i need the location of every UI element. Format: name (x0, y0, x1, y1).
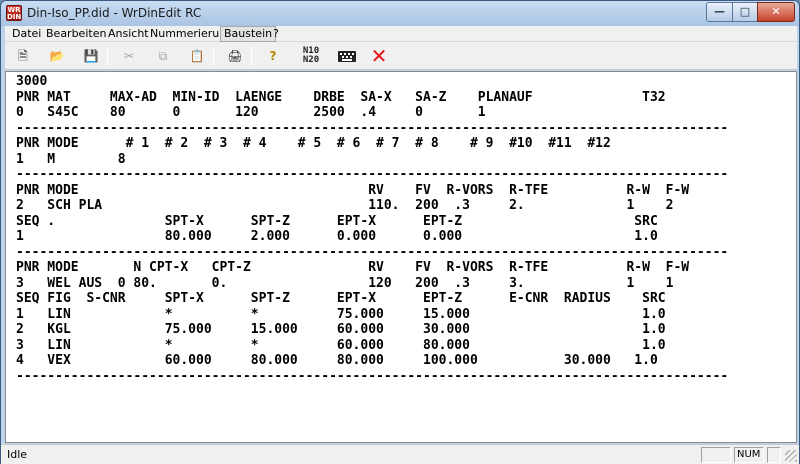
code-line[interactable]: 1 M 8 (16, 152, 728, 168)
editor-text-area[interactable]: 3000 PNR MAT MAX-AD MIN-ID LAENGE DRBE SA… (5, 71, 797, 443)
cut-icon: ✂ (123, 49, 135, 63)
resize-grip[interactable] (785, 450, 797, 462)
code-line[interactable]: 0 S45C 80 0 120 2500 .4 0 1 (16, 105, 728, 121)
delete-button[interactable]: ✕ (368, 45, 390, 67)
status-panel-empty (701, 447, 731, 463)
new-icon: 🗎 (18, 49, 28, 63)
code-line[interactable]: SEQ FIG S-CNR SPT-X SPT-Z EPT-X EPT-Z E-… (16, 291, 728, 307)
status-panel-empty (767, 447, 781, 463)
open-button[interactable]: 📂 (46, 45, 68, 67)
app-icon-text: WR DIN (7, 6, 22, 21)
code-line[interactable]: 1 80.000 2.000 0.000 0.000 1.0 (16, 229, 728, 245)
print-button[interactable]: 🖨 (224, 45, 246, 67)
keyboard-icon (338, 51, 356, 62)
new-button[interactable]: 🗎 (12, 45, 34, 67)
toolbar-separator (107, 47, 108, 65)
paste-button[interactable]: 📋 (186, 45, 208, 67)
keyboard-button[interactable] (334, 45, 356, 67)
save-button[interactable]: 💾 (80, 45, 102, 67)
toolbar: 🗎 📂 💾 ✂ ⧉ 📋 🖨 ? N10 N20 ✕ (5, 42, 797, 70)
minimize-button[interactable]: — (706, 2, 733, 22)
cut-button[interactable]: ✂ (118, 45, 140, 67)
menu-ansicht[interactable]: Ansicht (105, 26, 152, 42)
print-icon: 🖨 (227, 49, 243, 63)
code-line[interactable]: 3 WEL AUS 0 80. 0. 120 200 .3 3. 1 1 (16, 276, 728, 292)
n20-label: N20 (302, 55, 320, 65)
window-title: Din-Iso_PP.did - WrDinEdit RC (27, 6, 202, 20)
open-icon: 📂 (49, 49, 65, 63)
code-line[interactable]: PNR MODE # 1 # 2 # 3 # 4 # 5 # 6 # 7 # 8… (16, 136, 728, 152)
maximize-button[interactable]: □ (732, 2, 758, 22)
code-line[interactable]: PNR MODE RV FV R-VORS R-TFE R-W F-W (16, 183, 728, 199)
help-button[interactable]: ? (262, 45, 284, 67)
app-icon[interactable]: WR DIN (6, 5, 22, 21)
status-bar: Idle NUM (1, 444, 799, 464)
code-line[interactable]: 3 LIN * * 60.000 80.000 1.0 (16, 338, 728, 354)
menu-bearbeiten[interactable]: Bearbeiten (43, 26, 109, 42)
code-line[interactable]: ----------------------------------------… (16, 167, 728, 183)
toolbar-separator (213, 47, 214, 65)
menu-datei[interactable]: Datei (9, 26, 44, 42)
code-line[interactable]: PNR MAT MAX-AD MIN-ID LAENGE DRBE SA-X S… (16, 90, 728, 106)
close-icon: ✕ (771, 5, 781, 18)
num-lock-indicator: NUM (734, 447, 764, 463)
help-icon: ? (269, 49, 277, 63)
close-button[interactable]: ✕ (757, 2, 795, 22)
copy-button[interactable]: ⧉ (152, 45, 174, 67)
code-line[interactable]: 1 LIN * * 75.000 15.000 1.0 (16, 307, 728, 323)
menu-bar: Datei Bearbeiten Ansicht Nummerierung Ba… (5, 26, 797, 42)
code-line[interactable]: PNR MODE N CPT-X CPT-Z RV FV R-VORS R-TF… (16, 260, 728, 276)
menu-help[interactable]: ? (270, 26, 282, 42)
title-bar[interactable]: WR DIN Din-Iso_PP.did - WrDinEdit RC — □… (1, 1, 799, 26)
minimize-icon: — (714, 5, 725, 18)
code-line[interactable]: ----------------------------------------… (16, 369, 728, 385)
menu-baustein[interactable]: Baustein (220, 26, 277, 42)
delete-icon: ✕ (370, 44, 388, 68)
code-line[interactable]: 2 KGL 75.000 15.000 60.000 30.000 1.0 (16, 322, 728, 338)
save-icon: 💾 (83, 49, 99, 63)
code-line[interactable]: ----------------------------------------… (16, 245, 728, 261)
toolbar-separator (251, 47, 252, 65)
app-window: WR DIN Din-Iso_PP.did - WrDinEdit RC — □… (0, 0, 800, 464)
code-line[interactable]: SEQ . SPT-X SPT-Z EPT-X EPT-Z SRC (16, 214, 728, 230)
status-text: Idle (7, 448, 28, 461)
code-line[interactable]: ----------------------------------------… (16, 121, 728, 137)
code-line[interactable]: 4 VEX 60.000 80.000 80.000 100.000 30.00… (16, 353, 728, 369)
code-line[interactable]: 3000 (16, 74, 728, 90)
paste-icon: 📋 (189, 49, 205, 63)
copy-icon: ⧉ (158, 49, 168, 63)
n10-n20-button[interactable]: N10 N20 (300, 45, 322, 67)
code-line[interactable]: 2 SCH PLA 110. 200 .3 2. 1 2 (16, 198, 728, 214)
maximize-icon: □ (739, 5, 751, 18)
code-content[interactable]: 3000 PNR MAT MAX-AD MIN-ID LAENGE DRBE SA… (16, 74, 728, 384)
